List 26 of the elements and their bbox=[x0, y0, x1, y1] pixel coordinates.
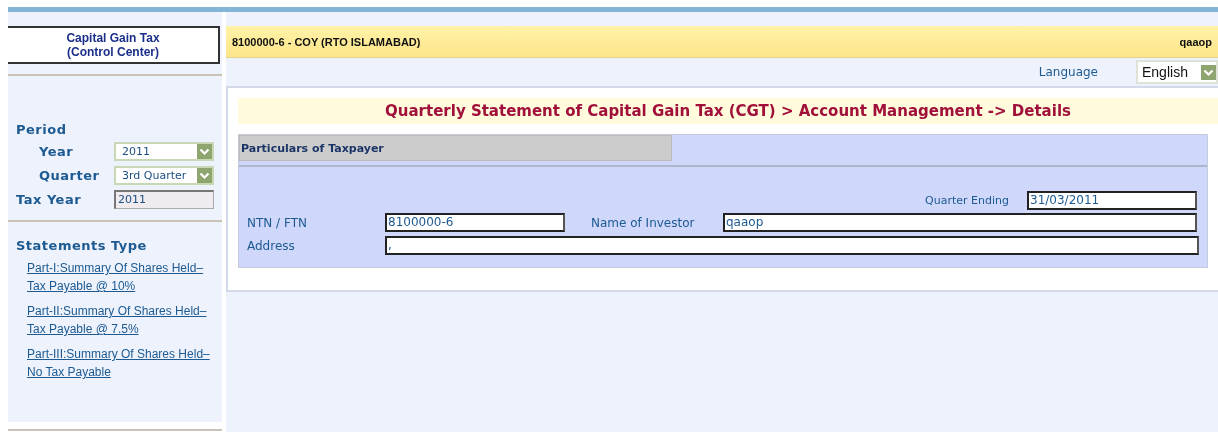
field-label: NTN / FTN bbox=[247, 215, 308, 230]
field-label: Address bbox=[247, 238, 296, 253]
sidebar-title: Capital Gain Tax (Control Center) bbox=[8, 26, 220, 64]
field-label: Quarter Ending bbox=[925, 194, 1009, 207]
page-title: Quarterly Statement of Capital Gain Tax (CGT) > Account Management -> Details bbox=[238, 98, 1218, 124]
investor-name-field[interactable]: qaaop bbox=[723, 213, 1197, 232]
quarter-ending-field[interactable]: 31/03/2011 bbox=[1027, 191, 1197, 210]
language-label: Language bbox=[1038, 65, 1098, 79]
statement-link[interactable]: Part-II:Summary Of Shares Held– Tax Payable @ 7.5% bbox=[27, 302, 219, 338]
account-title: 8100000-6 - COY (RTO ISLAMABAD) bbox=[232, 35, 421, 48]
quarter-select[interactable]: 3rd Quarter bbox=[114, 166, 214, 185]
tax-year-field: 2011 bbox=[114, 190, 214, 209]
statement-link[interactable]: Part-III:Summary Of Shares Held– No Tax Payable bbox=[27, 345, 219, 381]
field-label: Year bbox=[38, 144, 75, 159]
section-heading: Period bbox=[16, 122, 68, 137]
statement-link[interactable]: Part-I:Summary Of Shares Held– Tax Payable @ 10% bbox=[27, 259, 219, 295]
user-name: qaaop bbox=[1179, 35, 1212, 48]
section-heading: Statements Type bbox=[16, 238, 148, 253]
address-field[interactable]: , bbox=[385, 236, 1199, 255]
year-select[interactable]: 2011 bbox=[114, 142, 214, 161]
ntn-field[interactable]: 8100000-6 bbox=[385, 213, 565, 232]
field-label: Quarter bbox=[38, 168, 101, 183]
section-title: Particulars of Taxpayer bbox=[239, 135, 672, 161]
field-label: Name of Investor bbox=[590, 215, 696, 230]
field-label: Tax Year bbox=[15, 192, 83, 207]
language-select[interactable]: English bbox=[1136, 60, 1218, 84]
